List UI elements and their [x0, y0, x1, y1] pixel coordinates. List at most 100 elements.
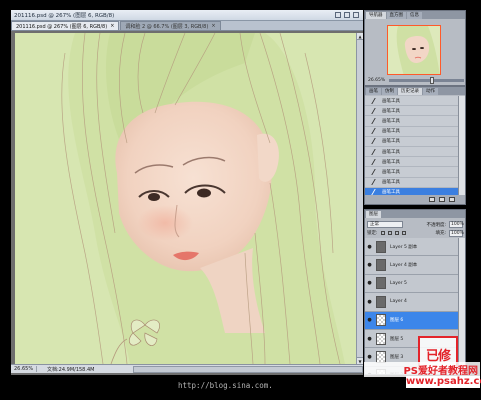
history-item-label: 画笔工具	[382, 169, 400, 175]
layer-thumbnail	[376, 314, 386, 327]
history-list: 画笔工具 画笔工具 画笔工具 画笔工具 画笔工具 画笔工具 画笔工具 画笔工具 画笔工具 画笔工具	[365, 96, 458, 198]
visibility-eye-icon[interactable]: ●	[365, 299, 374, 305]
tab-brushes[interactable]: 画笔	[366, 88, 381, 95]
layer-name: Layer 4 副本	[390, 263, 418, 269]
scroll-up-icon[interactable]: ▲	[357, 33, 363, 40]
zoom-level[interactable]: 26.65%	[11, 366, 37, 372]
history-item[interactable]: 画笔工具	[365, 157, 458, 168]
layers-scrollbar[interactable]	[458, 238, 465, 374]
tab-label: 调和脸 2 @ 66.7% (图层 3, RGB/8)	[125, 23, 209, 30]
document-title-bar[interactable]: 201116.psd @ 267% (图层 6, RGB/8)	[11, 10, 363, 21]
watermark-blog-url: http://blog.sina.com.	[178, 381, 273, 390]
history-item-label: 画笔工具	[382, 108, 400, 114]
visibility-eye-icon[interactable]: ●	[365, 280, 374, 286]
history-item-label: 画笔工具	[382, 98, 400, 104]
layer-row[interactable]: ● Layer 4 副本	[365, 256, 458, 275]
zoom-slider[interactable]	[389, 77, 464, 84]
brush-tool-icon	[371, 168, 381, 175]
tab-document-1[interactable]: 201116.psd @ 267% (图层 6, RGB/8) ×	[11, 21, 120, 30]
blend-mode-select[interactable]: 正常	[367, 221, 403, 228]
canvas[interactable]	[15, 33, 356, 364]
tab-info[interactable]: 信息	[407, 12, 422, 19]
layer-name: Layer 4	[390, 299, 407, 305]
lock-position-icon[interactable]	[394, 231, 399, 235]
brush-tool-icon	[371, 107, 381, 114]
navigator-thumbnail[interactable]	[387, 25, 441, 75]
vertical-scrollbar[interactable]: ▲ ▼	[356, 33, 363, 364]
history-item[interactable]: 画笔工具	[365, 137, 458, 147]
close-tab-icon[interactable]: ×	[110, 23, 114, 29]
layer-row[interactable]: ● 图层 6	[365, 311, 458, 330]
history-item-label: 画笔工具	[382, 180, 400, 186]
layer-thumbnail	[376, 277, 386, 290]
lock-all-icon[interactable]	[401, 231, 406, 235]
layer-row[interactable]: ● Layer 5 副本	[365, 238, 458, 257]
scroll-down-icon[interactable]: ▼	[357, 357, 363, 364]
new-document-icon[interactable]	[429, 197, 435, 202]
brush-tool-icon	[371, 158, 381, 165]
visibility-eye-icon[interactable]: ●	[365, 317, 374, 323]
layer-name: Layer 5 副本	[390, 244, 418, 250]
tab-actions[interactable]: 动作	[423, 88, 438, 95]
history-panel: 画笔 仿制 历史记录 动作 画笔工具 画笔工具 画笔工具 画笔工具 画笔工具 画笔工具 画笔…	[364, 86, 466, 205]
layer-thumbnail	[376, 295, 386, 308]
history-tabs: 画笔 仿制 历史记录 动作	[365, 87, 465, 95]
navigator-preview-image	[388, 26, 440, 74]
new-snapshot-icon[interactable]	[439, 197, 445, 202]
document-title: 201116.psd @ 267% (图层 6, RGB/8)	[14, 13, 115, 19]
tab-navigator[interactable]: 导航器	[366, 12, 386, 19]
history-item[interactable]: 画笔工具	[365, 96, 458, 107]
status-bar: 26.65% 文档:24.9M/158.4M	[11, 364, 363, 373]
layer-thumbnail	[376, 332, 386, 345]
layer-thumbnail	[376, 240, 386, 253]
watermark-site-name: PS爱好者教程网	[364, 362, 480, 377]
close-tab-icon[interactable]: ×	[211, 23, 215, 29]
navigator-panel: 导航器 直方图 信息 26.65%	[364, 10, 466, 86]
navigator-zoom-value[interactable]: 26.65%	[368, 78, 385, 83]
close-icon[interactable]	[353, 12, 359, 18]
minimize-icon[interactable]	[335, 12, 341, 18]
fill-field[interactable]: 100%	[449, 229, 464, 237]
brush-tool-icon	[371, 138, 381, 145]
document-tabs: 201116.psd @ 267% (图层 6, RGB/8) × 调和脸 2 …	[11, 21, 363, 31]
history-item-label: 画笔工具	[382, 159, 400, 165]
layer-row[interactable]: ● Layer 4	[365, 293, 458, 312]
visibility-eye-icon[interactable]: ●	[365, 244, 374, 250]
zoom-slider-handle[interactable]	[430, 77, 435, 84]
trash-icon[interactable]	[449, 197, 455, 202]
brush-tool-icon	[371, 117, 381, 124]
tab-history[interactable]: 历史记录	[398, 88, 422, 95]
history-item[interactable]: 画笔工具	[365, 116, 458, 127]
history-item[interactable]: 画笔工具	[365, 167, 458, 178]
tab-layers[interactable]: 图层	[366, 211, 381, 218]
horizontal-scrollbar[interactable]	[133, 365, 363, 373]
layer-name: 图层 3	[390, 355, 404, 361]
history-item-label: 画笔工具	[382, 149, 400, 155]
brush-tool-icon	[371, 128, 381, 135]
layers-tabs: 图层	[365, 210, 465, 218]
history-scrollbar[interactable]	[458, 96, 465, 195]
tab-histogram[interactable]: 直方图	[386, 12, 406, 19]
lock-transparency-icon[interactable]	[380, 231, 385, 235]
history-item[interactable]: 画笔工具	[365, 178, 458, 188]
document-size: 文档:24.9M/158.4M	[47, 366, 95, 373]
layer-thumbnail	[376, 259, 386, 272]
maximize-icon[interactable]	[344, 12, 350, 18]
history-item[interactable]: 画笔工具	[365, 127, 458, 137]
tab-label: 201116.psd @ 267% (图层 6, RGB/8)	[16, 23, 108, 30]
lock-pixels-icon[interactable]	[387, 231, 392, 235]
lock-label: 锁定:	[367, 231, 378, 236]
history-item[interactable]: 画笔工具	[365, 147, 458, 158]
visibility-eye-icon[interactable]: ●	[365, 336, 374, 342]
visibility-eye-icon[interactable]: ●	[365, 262, 374, 268]
history-item[interactable]: 画笔工具	[365, 106, 458, 117]
layer-row[interactable]: ● Layer 5	[365, 275, 458, 294]
visibility-eye-icon[interactable]: ●	[365, 354, 374, 360]
brush-tool-icon	[371, 148, 381, 155]
opacity-field[interactable]: 100%	[449, 221, 464, 228]
tab-clone[interactable]: 仿制	[382, 88, 397, 95]
window-controls	[335, 12, 363, 18]
history-item-label: 画笔工具	[382, 139, 400, 145]
artwork-image	[15, 33, 356, 364]
tab-document-2[interactable]: 调和脸 2 @ 66.7% (图层 3, RGB/8) ×	[120, 21, 221, 30]
